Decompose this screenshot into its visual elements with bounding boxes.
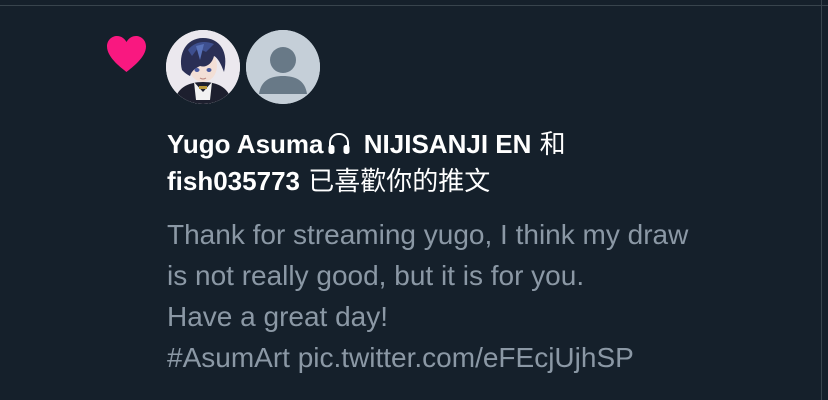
headphones-icon [328,132,350,154]
headline-line-1: Yugo Asuma NIJISANJI EN 和 [167,126,787,163]
avatar-default-profile[interactable] [246,30,320,104]
actor-1-name[interactable]: Yugo Asuma [167,129,324,159]
actor-2-name[interactable]: fish035773 [167,166,300,196]
tweet-line-2: is not really good, but it is for you. [167,260,585,291]
top-divider [0,5,828,6]
notification-headline: Yugo Asuma NIJISANJI EN 和 fish035773 已喜歡… [167,126,787,200]
right-divider [821,0,822,400]
tweet-line-4: #AsumArt pic.twitter.com/eFEcjUjhSP [167,342,634,373]
headline-line-2: fish035773 已喜歡你的推文 [167,163,787,200]
heart-icon [107,36,146,72]
tweet-text[interactable]: Thank for streaming yugo, I think my dra… [167,214,787,378]
action-text: 已喜歡你的推文 [308,167,491,197]
tweet-line-3: Have a great day! [167,301,389,332]
actor-1-suffix[interactable]: NIJISANJI EN [364,129,532,159]
avatar-yugo-asuma[interactable] [166,30,240,104]
conjunction-text: 和 [539,130,566,160]
tweet-line-1: Thank for streaming yugo, I think my dra… [167,219,689,250]
